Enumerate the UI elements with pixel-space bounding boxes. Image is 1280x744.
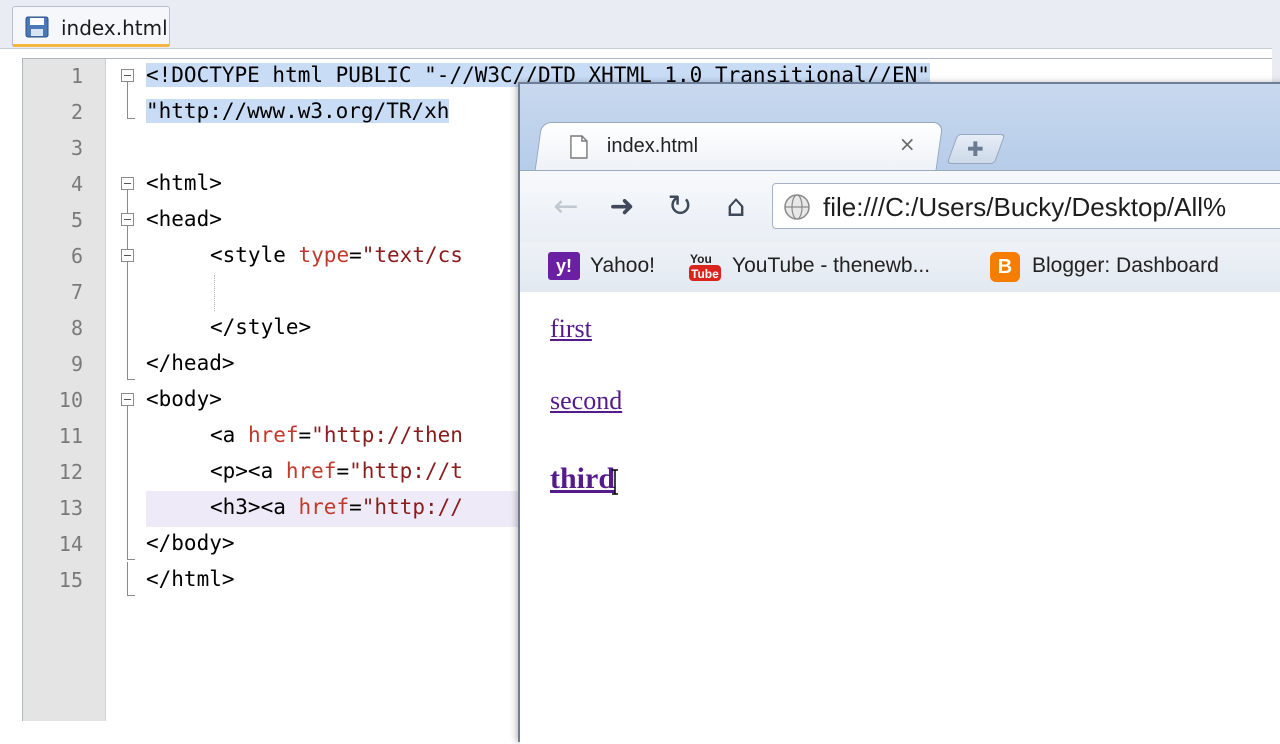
forward-button[interactable]: ➜ [602, 187, 642, 227]
code-text: <body> [146, 387, 222, 411]
code-tag: <a [210, 423, 248, 447]
yahoo-icon: y! [548, 252, 580, 280]
line-number: 7 [70, 280, 83, 304]
code-text: <style type="text/cs [210, 243, 463, 267]
browser-toolbar: ← ➜ ↻ ⌂ file:///C:/Users/Bucky/Desktop/A… [520, 170, 1280, 243]
code-string: "http://then [311, 423, 463, 447]
code-attribute: type [298, 243, 350, 267]
code-text: <p><a href="http://t [210, 459, 463, 483]
svg-text:Tube: Tube [691, 267, 719, 281]
browser-chrome: index.html × ✚ ← ➜ ↻ ⌂ file:///C:/Users/… [520, 84, 1280, 293]
browser-tab-title: index.html [606, 135, 699, 157]
bookmark-label: Yahoo! [590, 254, 655, 277]
browser-window[interactable]: index.html × ✚ ← ➜ ↻ ⌂ file:///C:/Users/… [518, 82, 1280, 744]
active-tab-indicator [13, 44, 169, 47]
code-string: "http:// [361, 495, 463, 519]
back-button[interactable]: ← [546, 187, 586, 227]
bookmark-label: YouTube - thenewb... [732, 254, 931, 277]
new-tab-button[interactable]: ✚ [946, 134, 1006, 164]
fold-toggle-icon[interactable] [121, 69, 134, 82]
line-number: 14 [58, 532, 83, 556]
address-bar[interactable]: file:///C:/Users/Bucky/Desktop/All% [772, 183, 1280, 229]
line-number: 13 [58, 496, 83, 520]
code-text: "http://www.w3.org/TR/xh [146, 99, 450, 123]
code-equals: = [336, 459, 350, 483]
link-second[interactable]: second [550, 386, 622, 416]
line-number: 1 [70, 64, 83, 88]
line-number: 12 [58, 460, 83, 484]
code-string: "http://t [349, 459, 463, 483]
code-text: </html> [146, 567, 235, 591]
page-viewport: first second third [520, 292, 1280, 744]
address-text: file:///C:/Users/Bucky/Desktop/All% [823, 192, 1227, 222]
line-number: 3 [70, 136, 83, 160]
editor-tab-index-html[interactable]: index.html [12, 6, 170, 47]
browser-tab-index-html[interactable]: index.html × [534, 122, 944, 170]
close-icon[interactable]: × [899, 132, 916, 156]
blogger-icon: B [990, 252, 1020, 282]
bookmarks-bar: y! Yahoo! You Tube YouTube - thenewb... … [520, 242, 1280, 293]
editor-tab-strip: index.html [0, 0, 1280, 49]
globe-icon [784, 194, 810, 220]
link-first[interactable]: first [550, 314, 592, 344]
line-number: 5 [70, 208, 83, 232]
link-third[interactable]: third [550, 462, 615, 496]
line-number: 10 [58, 388, 83, 412]
fold-toggle-icon[interactable] [121, 393, 134, 406]
home-button[interactable]: ⌂ [716, 187, 756, 227]
code-text: <a href="http://then [210, 423, 463, 447]
page-icon [570, 135, 588, 159]
code-attribute: href [285, 459, 337, 483]
line-number: 9 [70, 352, 83, 376]
code-equals: = [298, 423, 312, 447]
line-number: 6 [70, 244, 83, 268]
code-text: </style> [210, 315, 312, 339]
code-equals: = [349, 495, 362, 519]
svg-text:You: You [690, 252, 712, 266]
text-cursor-icon [612, 469, 618, 495]
reload-button[interactable]: ↻ [660, 187, 700, 227]
youtube-icon: You Tube [689, 252, 721, 281]
code-text: <html> [146, 171, 222, 195]
code-tag: <h3><a [210, 495, 299, 519]
code-text: <head> [146, 207, 222, 231]
editor-tab-label: index.html [61, 16, 168, 40]
code-tag: <p><a [210, 459, 286, 483]
plus-icon: ✚ [967, 137, 984, 161]
selected-code: "http://www.w3.org/TR/xh [146, 99, 450, 123]
code-attribute: href [298, 495, 350, 519]
fold-toggle-icon[interactable] [121, 177, 134, 190]
line-number: 15 [58, 568, 83, 592]
selected-code: <!DOCTYPE html PUBLIC " [146, 63, 437, 87]
code-attribute: href [247, 423, 299, 447]
code-tag: <style [210, 243, 299, 267]
fold-toggle-icon[interactable] [121, 249, 134, 262]
bookmark-label: Blogger: Dashboard [1032, 254, 1219, 277]
line-number: 4 [70, 172, 83, 196]
code-text: </head> [146, 351, 235, 375]
line-number: 11 [58, 424, 83, 448]
fold-toggle-icon[interactable] [121, 213, 134, 226]
code-string: "text/cs [361, 243, 463, 267]
code-text: <h3><a href="http:// [210, 495, 463, 519]
code-text: </body> [146, 531, 235, 555]
line-number: 2 [70, 100, 83, 124]
save-icon [25, 16, 49, 38]
line-number: 8 [70, 316, 83, 340]
code-equals: = [349, 243, 362, 267]
